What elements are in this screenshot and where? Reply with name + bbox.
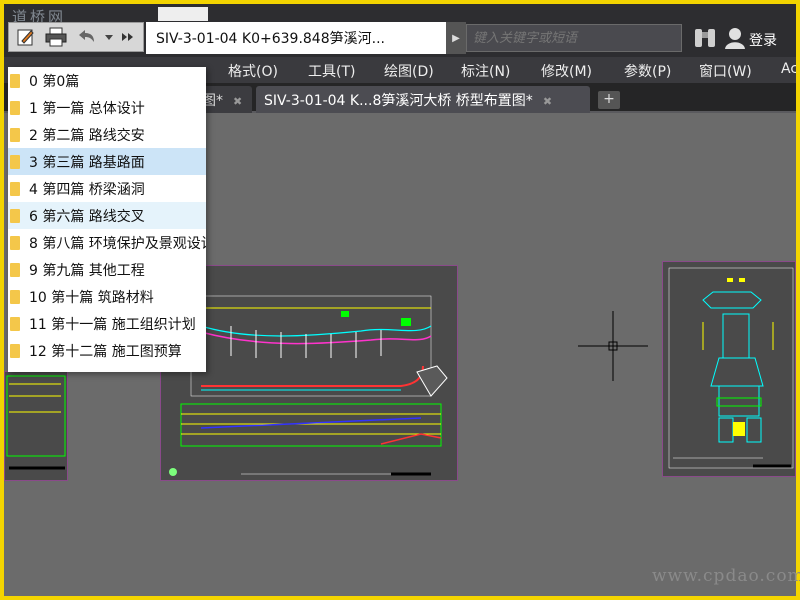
list-item-label: 11 第十一篇 施工组织计划 [29,316,196,333]
app-window: 道桥网 SIV-3-01-04 K0+639.848笋溪河... ▶ 键入关键字… [4,4,796,596]
search-input[interactable] [467,25,681,51]
tab-label: SIV-3-01-04 K...8笋溪河大桥 桥型布置图* [264,93,533,109]
menu-addins[interactable]: Ac [781,61,796,77]
new-tab-button[interactable]: + [598,91,620,109]
tab-document-2[interactable]: SIV-3-01-04 K...8笋溪河大桥 桥型布置图* ✖ [256,86,590,113]
list-item[interactable]: 0 第0篇 [8,67,206,94]
folder-icon [10,208,20,223]
undo-dropdown-icon[interactable] [105,26,113,48]
list-item-label: 10 第十篇 筑路材料 [29,289,154,306]
list-item-label: 2 第二篇 路线交安 [29,127,145,144]
close-icon[interactable]: ✖ [543,95,552,108]
list-item[interactable]: 6 第六篇 路线交叉 [8,202,206,229]
list-item[interactable]: 2 第二篇 路线交安 [8,121,206,148]
list-item[interactable]: 12 第十二篇 施工图预算 [8,337,206,364]
folder-icon [10,235,20,250]
list-item-label: 6 第六篇 路线交叉 [29,208,145,225]
folder-icon [10,289,20,304]
folder-icon [10,127,20,142]
list-item-label: 12 第十二篇 施工图预算 [29,343,182,360]
list-item[interactable]: 1 第一篇 总体设计 [8,94,206,121]
quick-access-toolbar [8,22,144,52]
folder-icon [10,181,20,196]
list-item-label: 1 第一篇 总体设计 [29,100,145,117]
drawing-title: SIV-3-01-04 K0+639.848笋溪河... [146,22,446,54]
list-item-label: 8 第八篇 环境保护及景观设计 [29,235,206,252]
menu-dimension[interactable]: 标注(N) [461,61,510,81]
binoculars-icon[interactable] [692,26,718,50]
menu-modify[interactable]: 修改(M) [541,61,592,81]
print-icon[interactable] [45,26,67,48]
category-dropdown: 0 第0篇 1 第一篇 总体设计 2 第二篇 路线交安 3 第三篇 路基路面 4… [8,67,206,372]
list-item-label: 0 第0篇 [29,73,80,90]
list-item-label: 3 第三篇 路基路面 [29,154,145,171]
folder-icon [10,73,20,88]
user-icon[interactable] [724,26,746,50]
list-item[interactable]: 4 第四篇 桥梁涵洞 [8,175,206,202]
close-icon[interactable]: ✖ [233,95,242,108]
edit-icon[interactable] [15,26,37,48]
crosshair-cursor [578,311,648,381]
folder-icon [10,262,20,277]
menu-parametric[interactable]: 参数(P) [624,61,671,81]
folder-icon [10,343,20,358]
search-box [466,24,682,52]
list-item[interactable]: 3 第三篇 路基路面 [8,148,206,175]
folder-icon [10,316,20,331]
drawing-sheet-left [4,371,68,481]
folder-icon [10,100,20,115]
menu-format[interactable]: 格式(O) [228,61,278,81]
list-item-label: 9 第九篇 其他工程 [29,262,145,279]
list-item[interactable]: 11 第十一篇 施工组织计划 [8,310,206,337]
title-bar: 道桥网 SIV-3-01-04 K0+639.848笋溪河... ▶ 键入关键字… [4,4,796,57]
list-item-label: 4 第四篇 桥梁涵洞 [29,181,145,198]
menu-tools[interactable]: 工具(T) [308,61,355,81]
login-button[interactable]: 登录 [749,30,777,50]
site-watermark: www.cpdao.com [652,566,800,586]
title-tab-highlight [158,7,208,21]
menu-draw[interactable]: 绘图(D) [384,61,434,81]
title-expand-icon[interactable]: ▶ [446,22,466,54]
undo-icon[interactable] [75,26,97,48]
menu-window[interactable]: 窗口(W) [699,61,752,81]
expand-toolbar-icon[interactable] [121,26,135,48]
list-item[interactable]: 10 第十篇 筑路材料 [8,283,206,310]
list-item[interactable]: 9 第九篇 其他工程 [8,256,206,283]
folder-icon [10,154,20,169]
list-item[interactable]: 8 第八篇 环境保护及景观设计 [8,229,206,256]
drawing-sheet-right [662,261,796,477]
